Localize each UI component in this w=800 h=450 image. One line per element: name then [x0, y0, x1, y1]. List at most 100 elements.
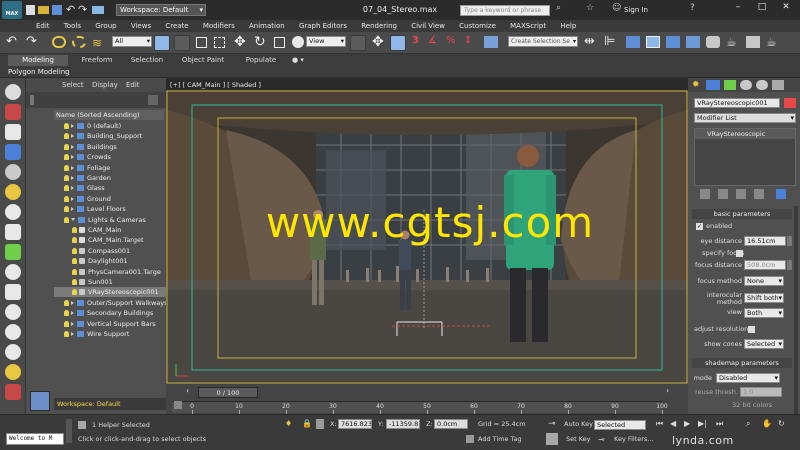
expand-arrow-icon[interactable]: [71, 155, 74, 160]
select-object-button[interactable]: [154, 35, 170, 51]
menu-tools[interactable]: Tools: [58, 20, 87, 32]
placement-icon[interactable]: [292, 36, 304, 48]
display-none-icon[interactable]: [5, 104, 21, 120]
go-to-start-icon[interactable]: ⏮: [656, 419, 663, 429]
menu-create[interactable]: Create: [159, 20, 194, 32]
lightbulb-icon[interactable]: [64, 164, 69, 171]
binoculars-icon[interactable]: ⌕: [556, 3, 561, 13]
z-coordinate-field[interactable]: 0.0cm: [434, 419, 468, 429]
layer-row[interactable]: 0 (default): [54, 121, 166, 131]
expand-arrow-icon[interactable]: [71, 165, 74, 170]
rotate-icon[interactable]: ↻: [254, 34, 266, 50]
lightbulb-icon[interactable]: [64, 123, 69, 129]
focus-distance-field[interactable]: 508.0cm: [744, 260, 786, 270]
object-color-swatch[interactable]: [784, 98, 796, 108]
reference-coord-dropdown[interactable]: View ▾: [306, 36, 346, 47]
layer-row[interactable]: Buildings: [54, 142, 166, 152]
edit-named-sets-icon[interactable]: [484, 36, 498, 48]
layer-row[interactable]: Level Floors: [54, 204, 166, 214]
lightbulb-icon[interactable]: [64, 310, 69, 317]
undo-icon[interactable]: ↶: [6, 34, 17, 49]
rollout-scrollbar[interactable]: [794, 206, 798, 416]
menu-customize[interactable]: Customize: [453, 20, 502, 32]
play-icon[interactable]: ▶: [684, 419, 690, 428]
lightbulb-icon[interactable]: [72, 237, 77, 244]
display-cameras-icon[interactable]: [5, 224, 21, 240]
lightbulb-icon[interactable]: [72, 289, 77, 296]
undo-icon[interactable]: ↶: [66, 3, 75, 16]
layer-row[interactable]: Outer/Support Walkways: [54, 298, 168, 308]
key-filters-button[interactable]: Key Filters...: [614, 434, 654, 444]
expand-arrow-icon[interactable]: [71, 300, 74, 305]
tab-object-paint[interactable]: Object Paint: [174, 55, 232, 66]
tab-selection[interactable]: Selection: [124, 55, 170, 66]
render-icon[interactable]: ☕: [766, 35, 777, 49]
menu-maxscript[interactable]: MAXScript: [504, 20, 552, 32]
lightbulb-icon[interactable]: [72, 268, 77, 275]
redo-icon[interactable]: ↷: [78, 3, 87, 16]
track-bar[interactable]: 0 10 20 30 40 50 60 70 80 90 100: [172, 401, 668, 414]
display-shapes-icon[interactable]: [5, 184, 21, 200]
object-row[interactable]: PhysCamera001.Targe: [54, 267, 166, 277]
display-xrefs-icon[interactable]: [5, 304, 21, 320]
layer-row[interactable]: Ground: [54, 194, 166, 204]
pin-stack-icon[interactable]: [700, 189, 710, 199]
redo-icon[interactable]: ↷: [26, 34, 37, 49]
display-frozen-icon[interactable]: [5, 364, 21, 380]
slider-next-icon[interactable]: ›: [666, 386, 669, 395]
ribbon-options-icon[interactable]: ● ▾: [292, 55, 304, 66]
display-helpers-icon[interactable]: [5, 244, 21, 260]
unlink-icon[interactable]: [72, 36, 86, 48]
layer-row[interactable]: Garden: [54, 173, 166, 183]
menu-animation[interactable]: Animation: [243, 20, 291, 32]
layer-row[interactable]: Wire Support: [54, 329, 166, 339]
lightbulb-icon[interactable]: [72, 227, 77, 233]
menu-graph-editors[interactable]: Graph Editors: [293, 20, 353, 32]
signin-link[interactable]: Sign In: [624, 6, 648, 14]
invert-display-icon[interactable]: [5, 144, 21, 160]
scale-icon[interactable]: [274, 37, 285, 48]
display-geometry-icon[interactable]: [5, 164, 21, 180]
align-icon[interactable]: ⊫: [604, 34, 615, 49]
menu-views[interactable]: Views: [125, 20, 157, 32]
menu-rendering[interactable]: Rendering: [355, 20, 403, 32]
mirror-icon[interactable]: ⇹: [584, 34, 595, 49]
display-tab-icon[interactable]: [756, 80, 768, 90]
viewport[interactable]: [+] [ CAM_Main ] [ Shaded ] www.cgtsj.co…: [166, 78, 688, 384]
display-spacewarps-icon[interactable]: [5, 264, 21, 280]
object-row[interactable]: Sun001: [54, 277, 166, 287]
bind-spacewarp-icon[interactable]: ≋: [92, 36, 102, 50]
modify-tab-icon[interactable]: [706, 80, 720, 90]
expand-arrow-icon[interactable]: [71, 186, 74, 191]
explorer-workspace-label[interactable]: Workspace: Default: [54, 398, 166, 410]
lightbulb-icon[interactable]: [64, 216, 69, 223]
expand-arrow-icon[interactable]: [71, 176, 74, 180]
rect-select-icon[interactable]: [196, 37, 207, 48]
set-key-icon[interactable]: [546, 433, 558, 445]
absolute-mode-icon[interactable]: [316, 419, 324, 429]
lightbulb-icon[interactable]: [64, 133, 69, 140]
display-bones-icon[interactable]: [5, 324, 21, 340]
hierarchy-tab-icon[interactable]: [724, 80, 736, 90]
auto-key-button[interactable]: Auto Key: [564, 419, 593, 429]
isolate-icon[interactable]: ♦: [285, 419, 292, 428]
key-filter-icon[interactable]: ⊸: [598, 435, 605, 444]
display-lights-icon[interactable]: [5, 204, 21, 220]
explorer-scroll-icon[interactable]: [148, 95, 158, 105]
display-particles-icon[interactable]: [5, 344, 21, 360]
expand-arrow-icon[interactable]: [71, 218, 75, 222]
maximize-button[interactable]: □: [752, 2, 772, 16]
make-unique-icon[interactable]: [736, 189, 746, 199]
slider-prev-icon[interactable]: ‹: [186, 386, 189, 395]
lightbulb-icon[interactable]: [64, 206, 69, 213]
percent-snap-icon[interactable]: %: [446, 35, 456, 46]
focus-distance-spinner[interactable]: [787, 260, 792, 270]
app-logo[interactable]: MAX: [2, 1, 22, 19]
prev-frame-icon[interactable]: ◀: [670, 419, 676, 428]
new-icon[interactable]: [26, 5, 35, 15]
modifier-list-dropdown[interactable]: Modifier List: [694, 113, 796, 123]
x-coordinate-field[interactable]: 7616.823c: [338, 419, 372, 429]
display-hidden-icon[interactable]: [5, 384, 21, 400]
selection-filter-dropdown[interactable]: All ▾: [112, 36, 152, 47]
polygon-modeling-label[interactable]: Polygon Modeling: [8, 67, 70, 78]
